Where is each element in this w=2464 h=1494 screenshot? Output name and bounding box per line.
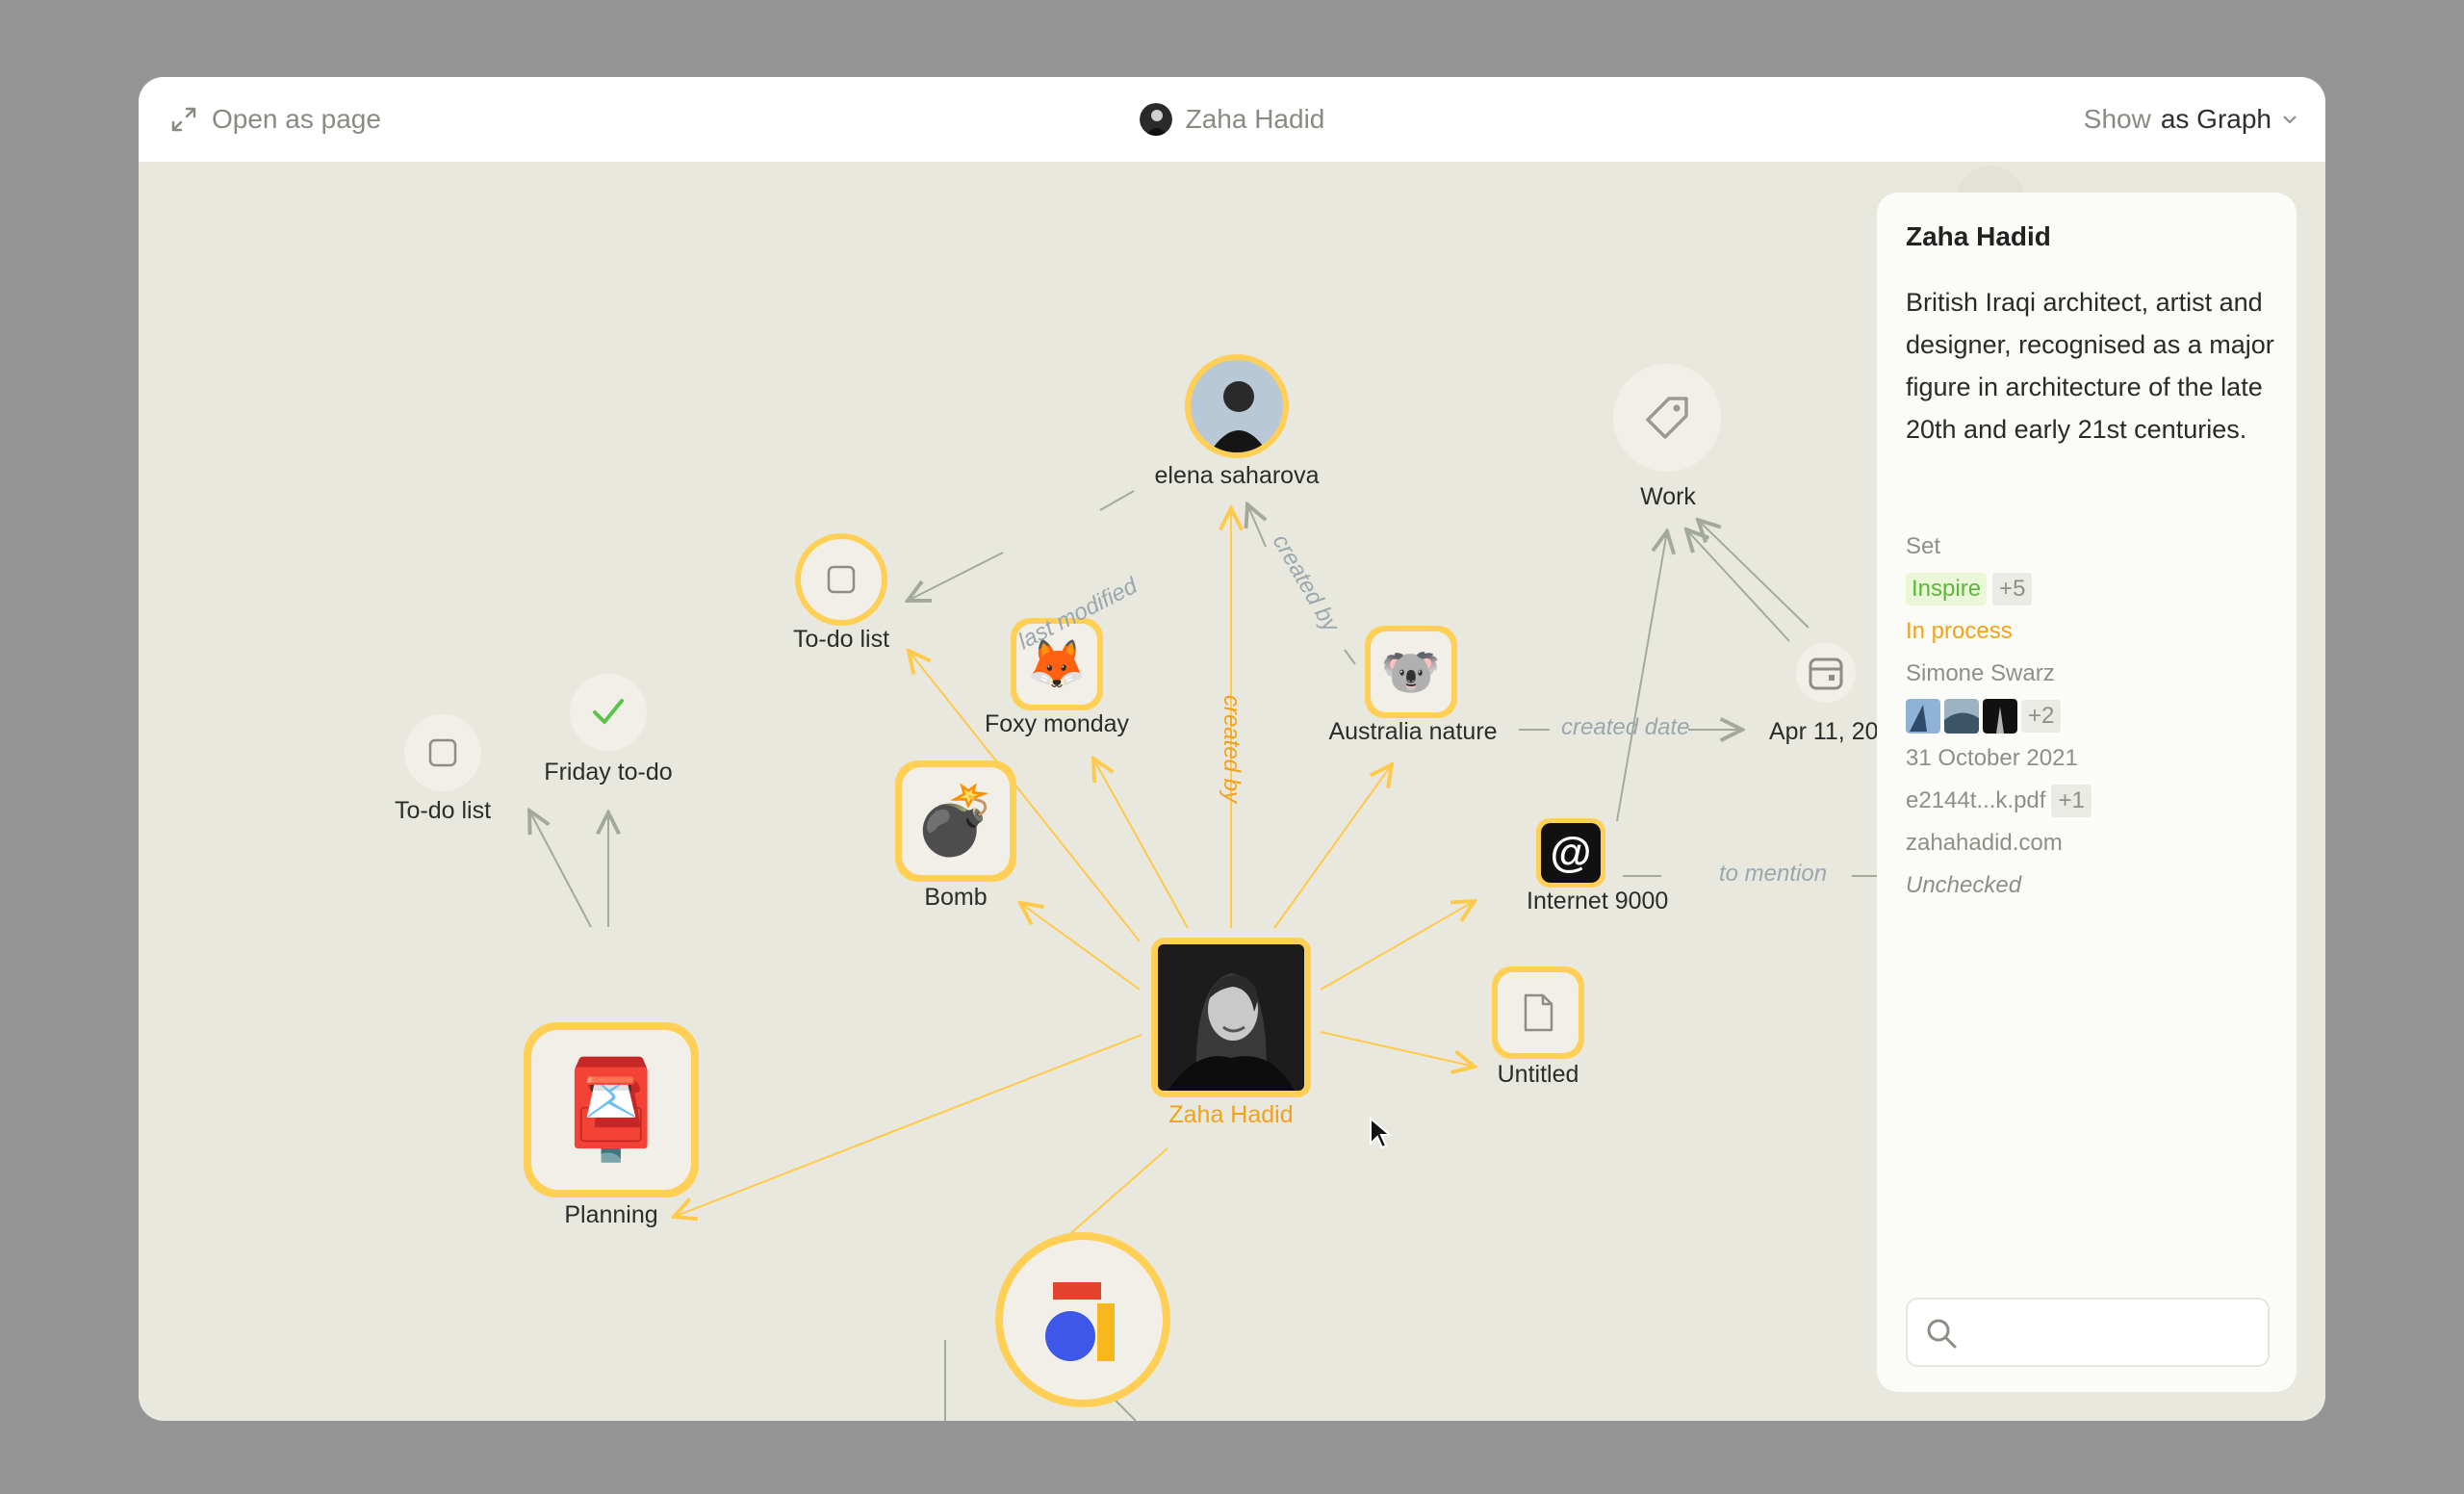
- node-label: elena saharova: [1154, 462, 1320, 489]
- relation-file[interactable]: e2144t...k.pdf +1: [1906, 780, 2281, 822]
- date-value: 31 October 2021: [1906, 745, 2078, 771]
- search-icon: [1927, 1319, 1957, 1349]
- node-label: Friday to-do: [544, 759, 673, 786]
- node-label: To-do list: [394, 797, 492, 824]
- image-thumbnail[interactable]: [1983, 699, 2017, 734]
- node-label: Planning: [564, 1201, 658, 1228]
- node-zaha-hadid[interactable]: [1151, 938, 1311, 1097]
- relation-set-label: Set: [1906, 526, 2281, 568]
- node-label: Internet 9000: [1527, 888, 1669, 914]
- show-label: Show: [2083, 104, 2151, 134]
- node-label: Foxy monday: [984, 710, 1130, 737]
- view-mode-dropdown[interactable]: Show as Graph: [2084, 77, 2298, 162]
- document-icon: [1524, 993, 1553, 1032]
- edge-label-to-mention: to mention: [1719, 861, 1828, 887]
- node-planning[interactable]: 📮: [524, 1022, 699, 1198]
- shapes-logo-icon: [1045, 1282, 1115, 1361]
- object-title-label: Zaha Hadid: [1185, 104, 1325, 134]
- tag-more-count[interactable]: +5: [1992, 573, 2033, 605]
- search-input[interactable]: [1906, 1298, 2270, 1367]
- object-preview-panel: Zaha Hadid British Iraqi architect, arti…: [1877, 193, 2297, 1392]
- checkbox-icon: [428, 738, 457, 767]
- node-australia-nature[interactable]: 🐨: [1365, 626, 1457, 718]
- edge-label-created-date: created date: [1561, 714, 1690, 740]
- node-bomb[interactable]: 💣: [895, 760, 1016, 882]
- node-friday-todo[interactable]: [570, 674, 647, 751]
- at-sign-icon: @: [1541, 823, 1601, 883]
- panel-title: Zaha Hadid: [1906, 221, 2051, 251]
- node-label-selected: Zaha Hadid: [1168, 1101, 1294, 1128]
- image-thumbnail[interactable]: [1906, 699, 1940, 734]
- node-label: Untitled: [1497, 1061, 1579, 1088]
- cursor-icon: [1370, 1117, 1392, 1149]
- relation-checkbox[interactable]: Unchecked: [1906, 864, 2281, 907]
- node-apr-11[interactable]: [1796, 643, 1856, 703]
- checkbox-value: Unchecked: [1906, 872, 2022, 898]
- image-thumbnail[interactable]: [1944, 699, 1979, 734]
- titlebar: Open as page Zaha Hadid Show as Graph: [139, 77, 2325, 162]
- node-label: Apr 11, 20: [1769, 718, 1879, 745]
- creator-name: Simone Swarz: [1906, 660, 2055, 686]
- node-label: Bomb: [924, 884, 988, 911]
- calendar-icon: [1809, 657, 1843, 690]
- koala-icon: 🐨: [1371, 631, 1451, 712]
- graph-window: Open as page Zaha Hadid Show as Graph el…: [139, 77, 2325, 1421]
- panel-relations: Set Inspire +5 In process Simone Swarz +…: [1906, 526, 2281, 907]
- object-title: Zaha Hadid: [139, 77, 2325, 162]
- tag-inspire[interactable]: Inspire: [1906, 573, 1988, 605]
- relation-url[interactable]: zahahadid.com: [1906, 822, 2281, 864]
- node-untitled[interactable]: [1492, 966, 1584, 1059]
- file-more-count[interactable]: +1: [2051, 785, 2092, 817]
- edge-label-created-by: created by: [1219, 694, 1245, 804]
- tag-icon: [1646, 397, 1688, 439]
- avatar: [1139, 103, 1172, 136]
- person-photo-icon: [1158, 944, 1304, 1091]
- url-link[interactable]: zahahadid.com: [1906, 830, 2063, 857]
- relation-status[interactable]: In process: [1906, 610, 2281, 653]
- node-todo-list-top[interactable]: [795, 533, 887, 626]
- relation-images[interactable]: +2: [1906, 695, 2281, 737]
- relation-tags[interactable]: Inspire +5: [1906, 568, 2281, 610]
- checkbox-icon: [827, 565, 856, 594]
- view-mode-label: as Graph: [2160, 104, 2272, 134]
- node-label: To-do list: [792, 626, 890, 653]
- node-elena-saharova[interactable]: [1185, 354, 1289, 458]
- node-work[interactable]: [1613, 364, 1721, 472]
- node-label: Work: [1640, 483, 1696, 510]
- chevron-down-icon: [2283, 116, 2297, 124]
- relation-date[interactable]: 31 October 2021: [1906, 737, 2281, 780]
- set-label: Set: [1906, 533, 1941, 559]
- checkmark-icon: [593, 699, 624, 724]
- node-todo-list-left[interactable]: [404, 714, 481, 791]
- images-more-count[interactable]: +2: [2021, 700, 2062, 733]
- relation-creator[interactable]: Simone Swarz: [1906, 653, 2281, 695]
- file-name[interactable]: e2144t...k.pdf: [1906, 787, 2045, 814]
- status-badge: In process: [1906, 618, 2013, 644]
- node-internet-9000[interactable]: @: [1536, 818, 1605, 888]
- person-photo-icon: [1191, 360, 1283, 452]
- node-label: Australia nature: [1328, 718, 1498, 745]
- panel-description: British Iraqi architect, artist and desi…: [1906, 288, 2274, 444]
- bomb-icon: 💣: [902, 767, 1010, 875]
- node-set[interactable]: [995, 1232, 1170, 1407]
- postbox-icon: 📮: [531, 1030, 691, 1190]
